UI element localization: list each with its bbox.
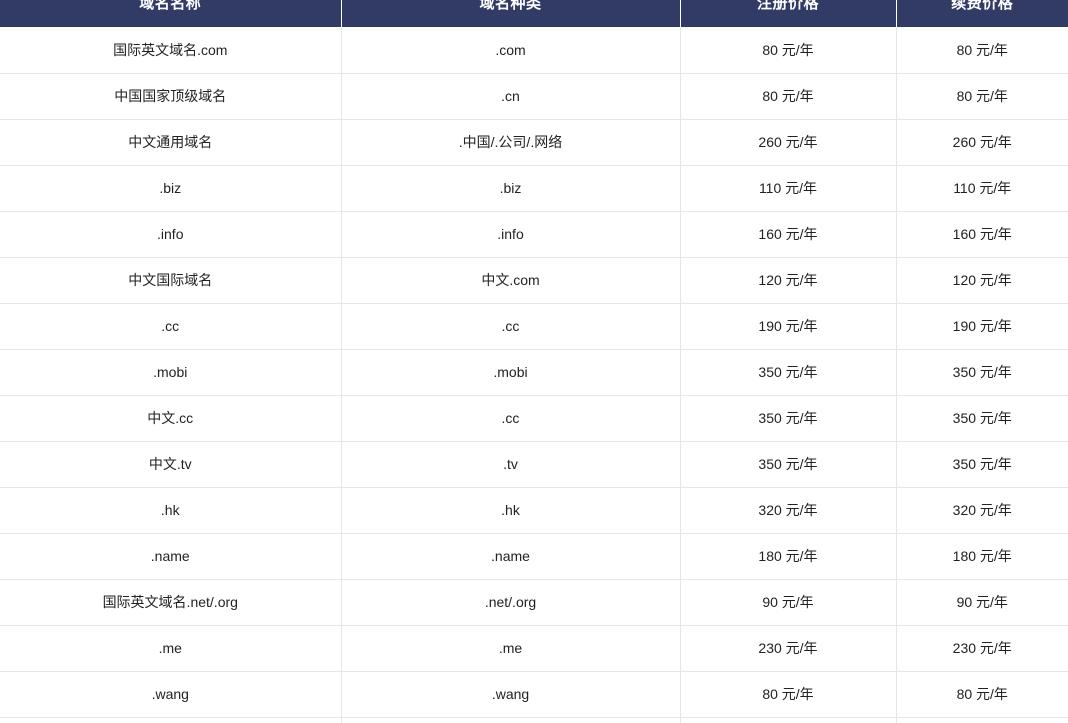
cell-renew-price: 160 元/年 <box>896 211 1068 258</box>
cell-domain-name: .cc <box>0 303 342 350</box>
cell-domain-name: 中文.tv <box>0 441 342 488</box>
cell-renew-price: 80 元/年 <box>896 73 1068 120</box>
cell-register-price: 260 元/年 <box>680 119 897 166</box>
cell-register-price: 80 元/年 <box>680 73 897 120</box>
cell-domain-type: .net/.org <box>341 579 681 626</box>
column-header-domain-type[interactable]: 域名种类 <box>341 0 681 27</box>
table-row[interactable]: 国际英文域名.net/.org .net/.org 90 元/年 90 元/年 <box>0 579 1068 626</box>
cell-renew-price: 110 元/年 <box>896 165 1068 212</box>
table-body: 国际英文域名.com .com 80 元/年 80 元/年 中国国家顶级域名 .cn 80 … <box>0 27 1068 723</box>
cell-renew-price: 180 元/年 <box>896 533 1068 580</box>
table-header-row: 域名名称 域名种类 注册价格 续费价格 <box>0 0 1068 27</box>
cell-register-price: 90 元/年 <box>680 579 897 626</box>
cell-domain-name <box>0 717 342 723</box>
table-row[interactable]: 中文通用域名 .中国/.公司/.网络 260 元/年 260 元/年 <box>0 119 1068 166</box>
cell-domain-name: .biz <box>0 165 342 212</box>
cell-domain-type: .mobi <box>341 349 681 396</box>
cell-domain-name: .name <box>0 533 342 580</box>
table-row[interactable]: .biz .biz 110 元/年 110 元/年 <box>0 165 1068 212</box>
cell-renew-price: 90 元/年 <box>896 579 1068 626</box>
table-row[interactable]: 中文.cc .cc 350 元/年 350 元/年 <box>0 395 1068 442</box>
cell-domain-type: .tv <box>341 441 681 488</box>
cell-register-price: 190 元/年 <box>680 303 897 350</box>
domain-price-table-container: 域名名称 域名种类 注册价格 续费价格 国际英文域名.com .com 80 元/年… <box>0 0 1068 723</box>
cell-renew-price: 350 元/年 <box>896 349 1068 396</box>
cell-domain-name: 中文国际域名 <box>0 257 342 304</box>
cell-domain-name: .me <box>0 625 342 672</box>
table-row[interactable]: .name .name 180 元/年 180 元/年 <box>0 533 1068 580</box>
cell-domain-name: 中文通用域名 <box>0 119 342 166</box>
cell-domain-type: .cc <box>341 303 681 350</box>
cell-domain-type: .cn <box>341 73 681 120</box>
cell-domain-type: .hk <box>341 487 681 534</box>
table-row[interactable]: .info .info 160 元/年 160 元/年 <box>0 211 1068 258</box>
cell-register-price: 80 元/年 <box>680 671 897 718</box>
cell-domain-type: .me <box>341 625 681 672</box>
cell-register-price: 160 元/年 <box>680 211 897 258</box>
column-header-renew-price[interactable]: 续费价格 <box>896 0 1068 27</box>
cell-register-price: 350 元/年 <box>680 395 897 442</box>
cell-register-price: 350 元/年 <box>680 441 897 488</box>
cell-domain-name: 国际英文域名.net/.org <box>0 579 342 626</box>
cell-register-price: 320 元/年 <box>680 487 897 534</box>
cell-domain-type: .biz <box>341 165 681 212</box>
cell-register-price: 110 元/年 <box>680 165 897 212</box>
cell-register-price: 180 元/年 <box>680 533 897 580</box>
cell-renew-price: 320 元/年 <box>896 487 1068 534</box>
column-header-domain-name[interactable]: 域名名称 <box>0 0 342 27</box>
cell-renew-price: 190 元/年 <box>896 303 1068 350</box>
cell-renew-price: 80 元/年 <box>896 671 1068 718</box>
cell-domain-name: 中国国家顶级域名 <box>0 73 342 120</box>
table-row[interactable]: 中国国家顶级域名 .cn 80 元/年 80 元/年 <box>0 73 1068 120</box>
cell-domain-type <box>341 717 681 723</box>
table-header: 域名名称 域名种类 注册价格 续费价格 <box>0 0 1068 27</box>
cell-register-price <box>680 717 897 723</box>
cell-domain-name: 中文.cc <box>0 395 342 442</box>
cell-renew-price: 350 元/年 <box>896 441 1068 488</box>
cell-domain-type: .cc <box>341 395 681 442</box>
cell-register-price: 120 元/年 <box>680 257 897 304</box>
cell-domain-type: .wang <box>341 671 681 718</box>
cell-domain-name: .hk <box>0 487 342 534</box>
table-row[interactable]: .wang .wang 80 元/年 80 元/年 <box>0 671 1068 718</box>
cell-renew-price: 230 元/年 <box>896 625 1068 672</box>
cell-register-price: 80 元/年 <box>680 27 897 74</box>
cell-domain-name: 国际英文域名.com <box>0 27 342 74</box>
cell-domain-type: .中国/.公司/.网络 <box>341 119 681 166</box>
cell-domain-name: .wang <box>0 671 342 718</box>
column-header-register-price[interactable]: 注册价格 <box>680 0 897 27</box>
table-row[interactable]: 中文.tv .tv 350 元/年 350 元/年 <box>0 441 1068 488</box>
cell-renew-price: 120 元/年 <box>896 257 1068 304</box>
table-row[interactable]: .hk .hk 320 元/年 320 元/年 <box>0 487 1068 534</box>
cell-domain-name: .mobi <box>0 349 342 396</box>
table-row[interactable]: .cc .cc 190 元/年 190 元/年 <box>0 303 1068 350</box>
cell-domain-type: 中文.com <box>341 257 681 304</box>
cell-register-price: 350 元/年 <box>680 349 897 396</box>
cell-renew-price: 260 元/年 <box>896 119 1068 166</box>
cell-renew-price: 80 元/年 <box>896 27 1068 74</box>
cell-domain-name: .info <box>0 211 342 258</box>
cell-register-price: 230 元/年 <box>680 625 897 672</box>
cell-domain-type: .info <box>341 211 681 258</box>
cell-domain-type: .name <box>341 533 681 580</box>
cell-domain-type: .com <box>341 27 681 74</box>
cell-renew-price <box>896 717 1068 723</box>
table-row[interactable]: .me .me 230 元/年 230 元/年 <box>0 625 1068 672</box>
domain-price-table: 域名名称 域名种类 注册价格 续费价格 国际英文域名.com .com 80 元/年… <box>0 0 1068 723</box>
table-row[interactable]: 国际英文域名.com .com 80 元/年 80 元/年 <box>0 27 1068 74</box>
cell-renew-price: 350 元/年 <box>896 395 1068 442</box>
table-row[interactable]: 中文国际域名 中文.com 120 元/年 120 元/年 <box>0 257 1068 304</box>
table-row[interactable]: .mobi .mobi 350 元/年 350 元/年 <box>0 349 1068 396</box>
table-row[interactable] <box>0 717 1068 723</box>
